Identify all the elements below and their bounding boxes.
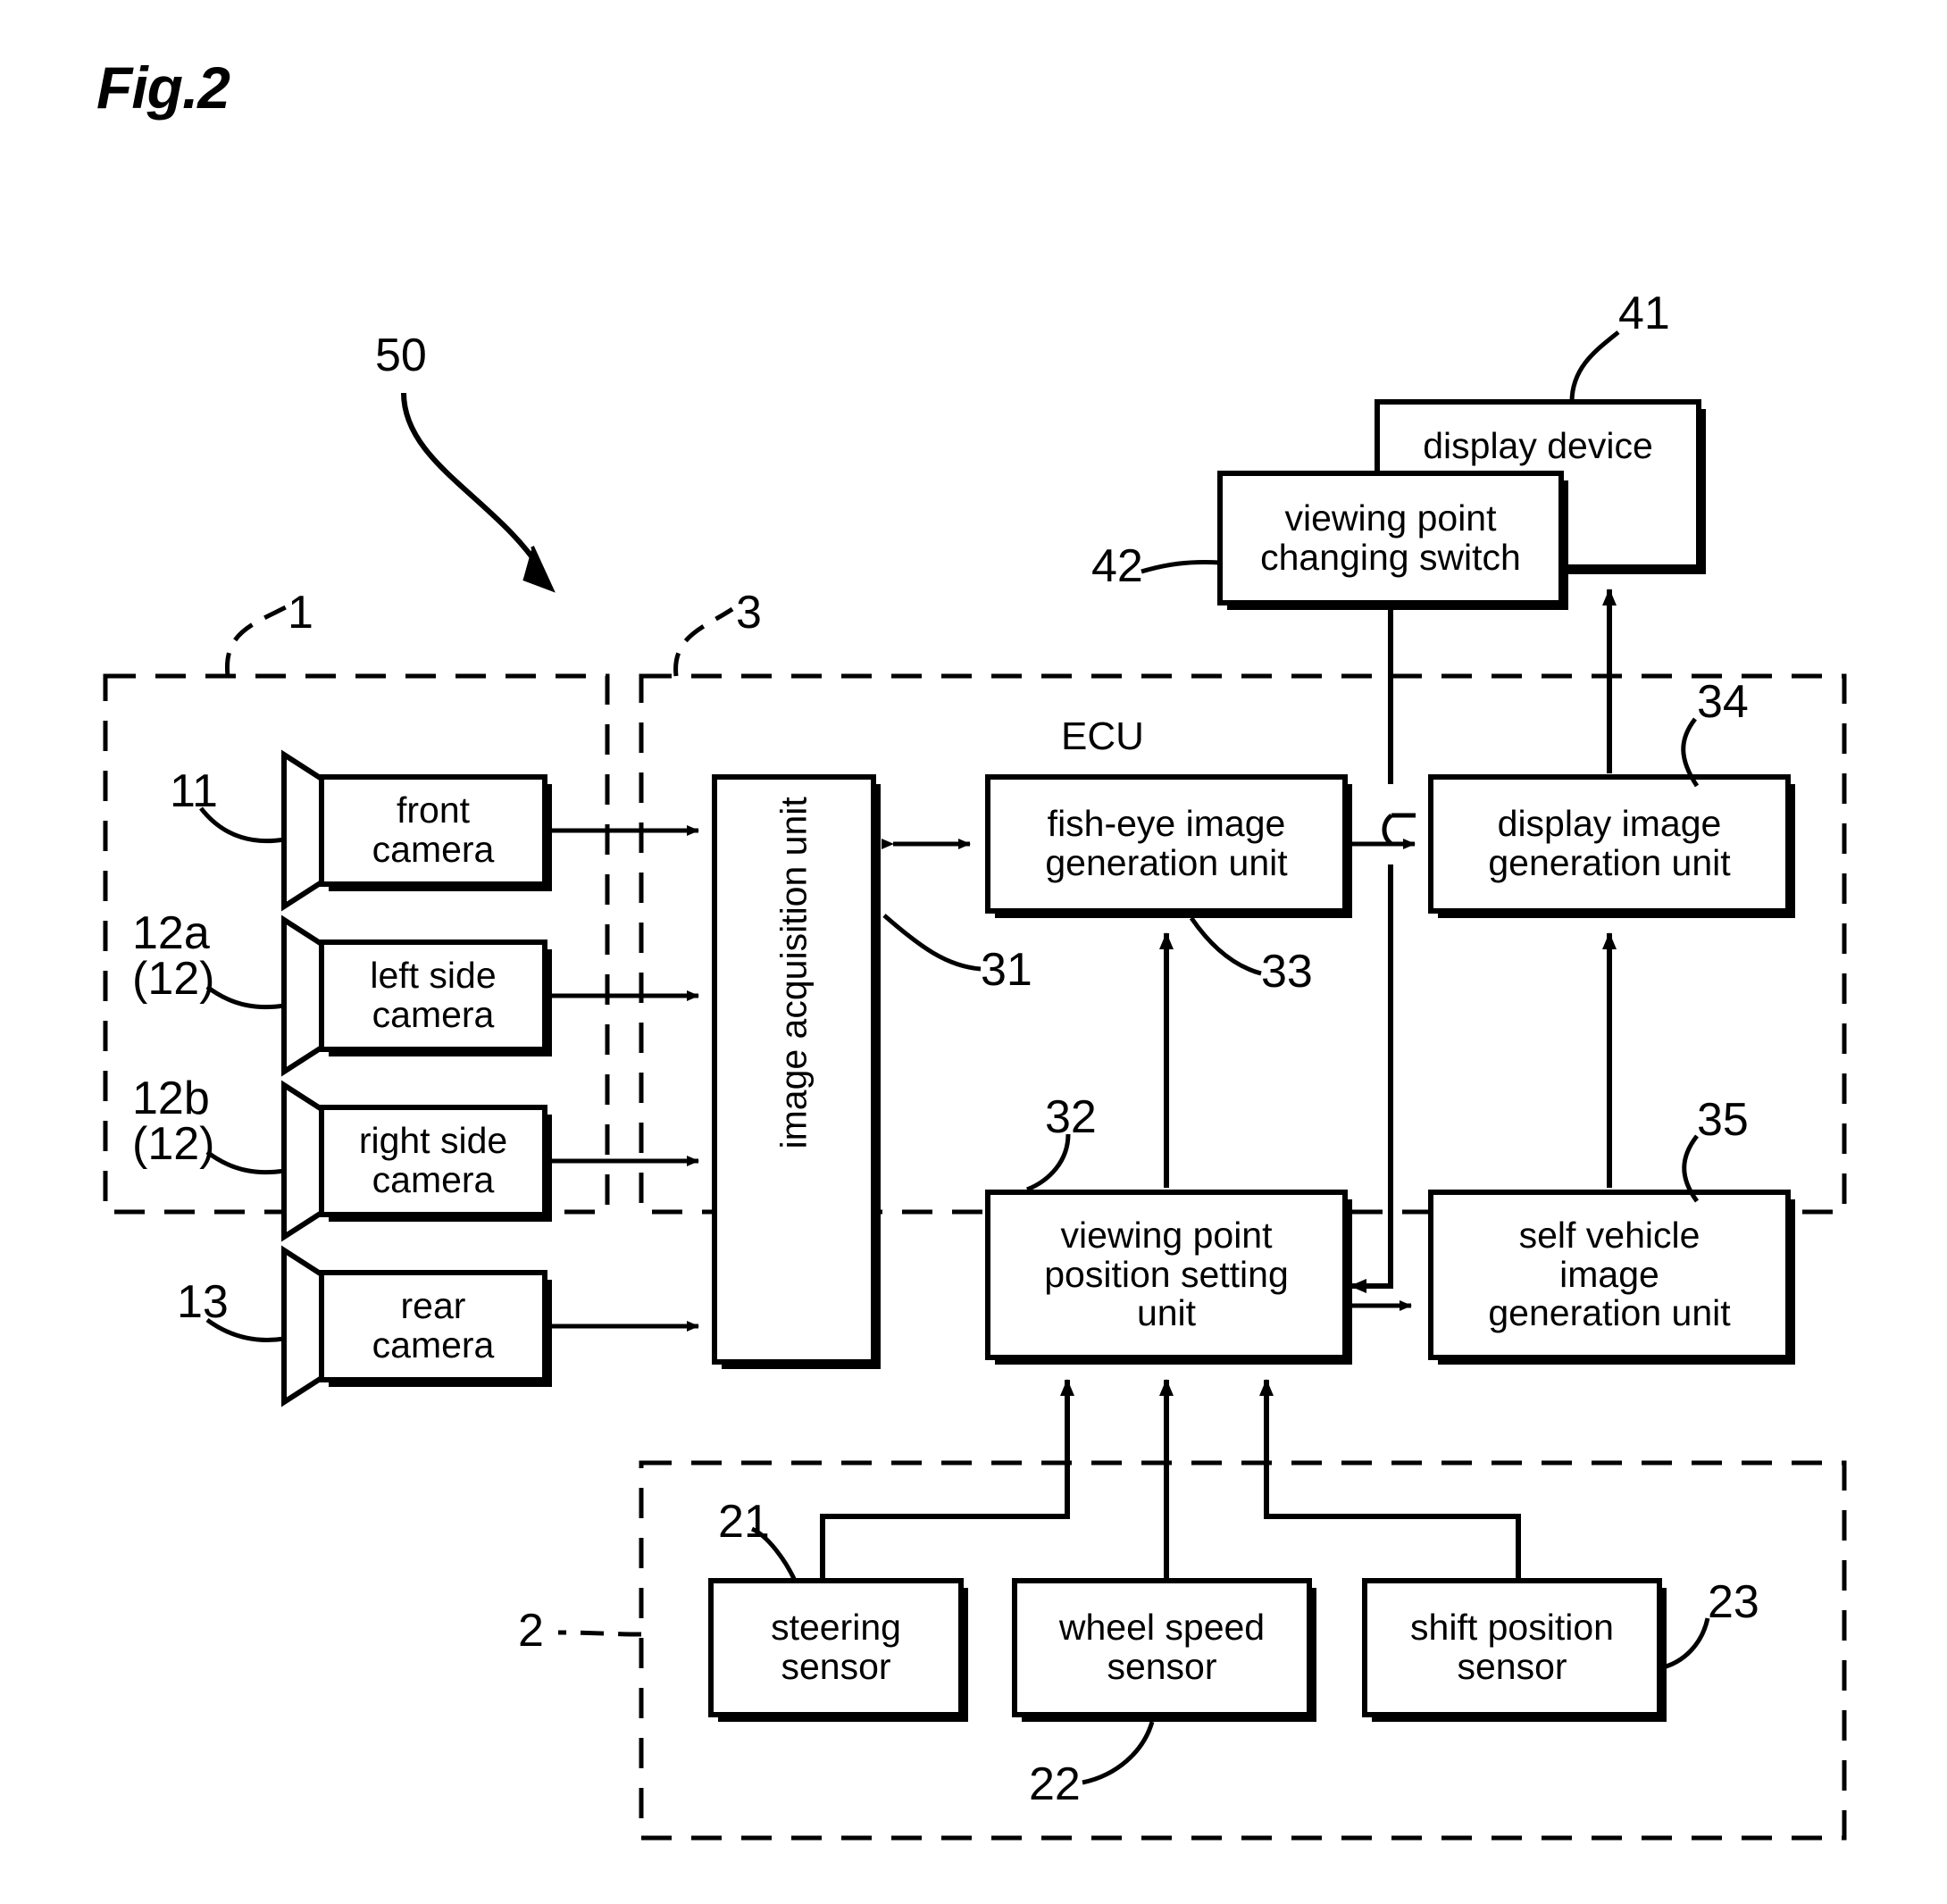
- ref-23: 23: [1708, 1576, 1759, 1628]
- rear-camera-lens-icon: [281, 1245, 324, 1407]
- ref-35: 35: [1697, 1094, 1749, 1146]
- ref-33: 33: [1261, 946, 1313, 998]
- ref-1: 1: [288, 587, 313, 639]
- leader-12a: [205, 985, 285, 1010]
- image-acquisition-unit-label: image acquisition unit: [502, 797, 1087, 1148]
- figure-canvas: Fig.2 ECU front camera left side camera …: [0, 0, 1947, 1904]
- ref-21: 21: [718, 1496, 770, 1548]
- ref-34: 34: [1697, 676, 1749, 728]
- conn-switch-to-vpset: [1366, 605, 1393, 1289]
- self-vehicle-image-generation-unit-label: self vehicle image generation unit: [1488, 1214, 1731, 1334]
- ref-22: 22: [1029, 1758, 1081, 1810]
- ref-12b: 12b (12): [132, 1073, 215, 1170]
- ref-50: 50: [375, 330, 427, 381]
- ref-2: 2: [518, 1605, 544, 1657]
- front-camera-lens-icon: [281, 749, 324, 912]
- leader-33: [1189, 916, 1262, 976]
- conn-shift-position-sensor-to-vpset: [1259, 1379, 1521, 1581]
- ref-41: 41: [1618, 288, 1670, 339]
- left-side-camera-lens-icon: [281, 914, 324, 1077]
- leader-42: [1141, 560, 1221, 574]
- ref-13: 13: [177, 1276, 229, 1328]
- ref-32: 32: [1045, 1091, 1097, 1143]
- viewing-point-position-setting-unit-label: viewing point position setting unit: [1044, 1214, 1289, 1334]
- leader-12b: [205, 1150, 285, 1175]
- steering-sensor-label: steering sensor: [771, 1607, 901, 1687]
- ref-31: 31: [981, 944, 1032, 996]
- leader-22: [1082, 1721, 1155, 1785]
- display-image-generation-unit-label: display image generation unit: [1488, 803, 1731, 883]
- ecu-group-label: ECU: [1061, 714, 1144, 758]
- shift-position-sensor-label: shift position sensor: [1410, 1607, 1614, 1687]
- ref-3: 3: [736, 587, 762, 639]
- leader-31: [882, 914, 982, 972]
- ref-11: 11: [170, 765, 218, 817]
- leader-23: [1659, 1617, 1710, 1671]
- conn-fisheye-to-display-image: [1345, 813, 1416, 847]
- rear-camera-label: rear camera: [372, 1285, 495, 1365]
- conn-steering-sensor-to-vpset: [820, 1379, 1074, 1581]
- leader-41: [1569, 330, 1620, 403]
- fish-eye-image-generation-unit-label: fish-eye image generation unit: [1045, 803, 1288, 883]
- front-camera-label: front camera: [372, 789, 495, 870]
- wheel-speed-sensor-label: wheel speed sensor: [1058, 1607, 1266, 1687]
- viewing-point-changing-switch-label: viewing point changing switch: [1260, 497, 1521, 578]
- right-side-camera-lens-icon: [281, 1080, 324, 1242]
- ref-12a: 12a (12): [132, 907, 215, 1005]
- leader-3: [673, 606, 734, 677]
- leader-2: [557, 1630, 642, 1637]
- leader-1: [224, 605, 288, 677]
- ref-42: 42: [1091, 540, 1143, 592]
- leader-50: [401, 392, 547, 578]
